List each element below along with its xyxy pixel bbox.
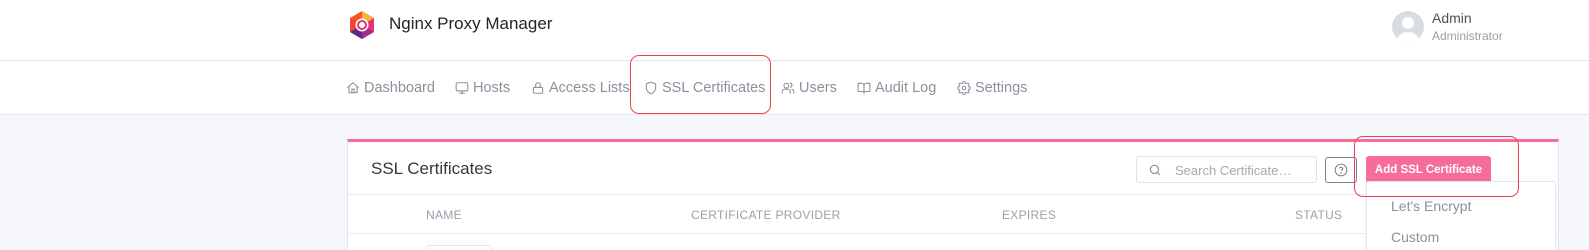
main-nav: Dashboard Hosts Access Lists SSL Certifi… (0, 61, 1589, 115)
nav-item-label: Access Lists (549, 80, 630, 96)
lock-icon (532, 82, 544, 94)
nav-item-users[interactable]: Users (781, 61, 837, 115)
search-input[interactable] (1175, 160, 1313, 180)
table-row[interactable] (426, 245, 492, 250)
highlight-add-button (1354, 136, 1519, 197)
dropdown-item-custom[interactable]: Custom (1391, 229, 1439, 245)
nav-item-label: Users (799, 80, 837, 96)
avatar[interactable] (1392, 11, 1424, 43)
column-header-status[interactable]: STATUS (1295, 208, 1342, 222)
nav-item-access-lists[interactable]: Access Lists (531, 61, 630, 115)
nav-item-label: Dashboard (364, 80, 435, 96)
monitor-icon (455, 82, 469, 94)
nav-item-label: Settings (975, 80, 1028, 96)
users-icon (781, 82, 795, 94)
user-role: Administrator (1432, 29, 1503, 43)
help-circle-icon (1334, 163, 1348, 177)
home-icon (347, 82, 359, 94)
search-box[interactable] (1136, 156, 1317, 183)
gear-icon (957, 81, 971, 95)
nav-item-dashboard[interactable]: Dashboard (346, 61, 435, 115)
nav-item-hosts[interactable]: Hosts (455, 61, 510, 115)
column-header-name[interactable]: NAME (426, 208, 462, 222)
column-header-expires[interactable]: EXPIRES (1002, 208, 1056, 222)
book-open-icon (857, 82, 871, 94)
top-header: Nginx Proxy Manager Admin Administrator (0, 0, 1589, 61)
logo[interactable] (347, 10, 377, 40)
nav-item-label: Hosts (473, 80, 511, 96)
highlight-ssl-certificates-tab (630, 55, 771, 114)
nav-item-settings[interactable]: Settings (957, 61, 1027, 115)
column-header-certificate-provider[interactable]: CERTIFICATE PROVIDER (691, 208, 841, 222)
card-title: SSL Certificates (371, 159, 493, 178)
user-name: Admin (1432, 10, 1472, 26)
help-button[interactable] (1325, 157, 1357, 183)
dropdown-item-lets-encrypt[interactable]: Let's Encrypt (1391, 198, 1472, 214)
nav-item-audit-log[interactable]: Audit Log (857, 61, 936, 115)
search-icon (1149, 164, 1161, 176)
nav-item-label: Audit Log (875, 80, 937, 96)
app-title[interactable]: Nginx Proxy Manager (389, 14, 552, 34)
